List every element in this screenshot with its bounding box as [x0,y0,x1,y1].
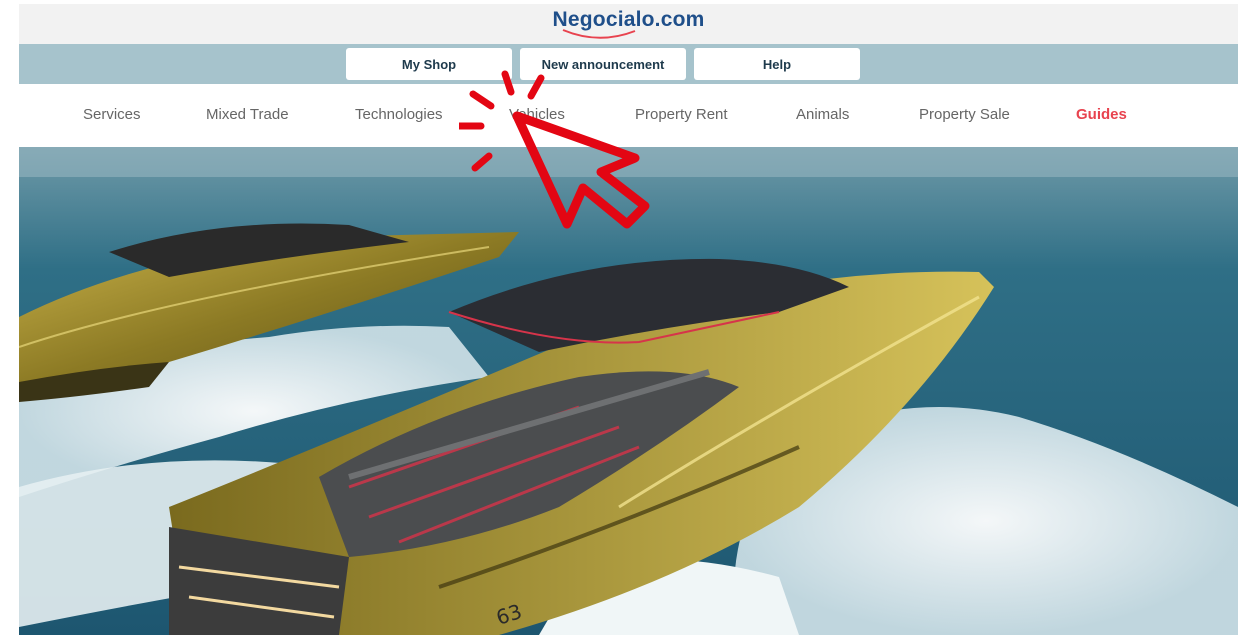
hero-image[interactable]: 63 [19,147,1238,635]
page: Negocialo.com My Shop New announcement H… [19,4,1238,635]
nav-item-animals[interactable]: Animals [796,106,849,123]
new-announcement-label: New announcement [541,56,665,72]
nav-item-mixed-trade[interactable]: Mixed Trade [206,106,289,123]
logo-swoosh-icon [562,29,636,39]
category-nav: Services Mixed Trade Technologies Vehicl… [19,84,1238,147]
nav-item-property-sale[interactable]: Property Sale [919,106,1010,123]
nav-item-services[interactable]: Services [83,106,141,123]
action-bar: My Shop New announcement Help [19,44,1238,84]
new-announcement-button[interactable]: New announcement [520,48,686,80]
nav-item-property-rent[interactable]: Property Rent [635,106,728,123]
nav-item-guides[interactable]: Guides [1076,106,1127,123]
nav-item-technologies[interactable]: Technologies [355,106,443,123]
header-logo-bar: Negocialo.com [19,4,1238,44]
yacht-photo: 63 [19,147,1238,635]
help-label: Help [762,56,792,72]
nav-item-vehicles[interactable]: Vehicles [509,106,565,123]
help-button[interactable]: Help [694,48,860,80]
my-shop-label: My Shop [401,56,457,72]
my-shop-button[interactable]: My Shop [346,48,512,80]
